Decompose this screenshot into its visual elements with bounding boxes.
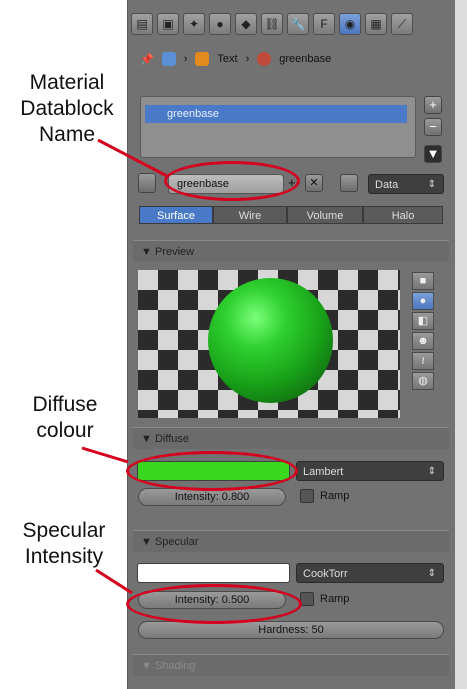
pointer-line-diffuse <box>81 446 129 464</box>
pointer-line-specular <box>95 568 133 595</box>
annotation-lines <box>81 138 168 595</box>
pointer-line-material <box>97 138 168 178</box>
